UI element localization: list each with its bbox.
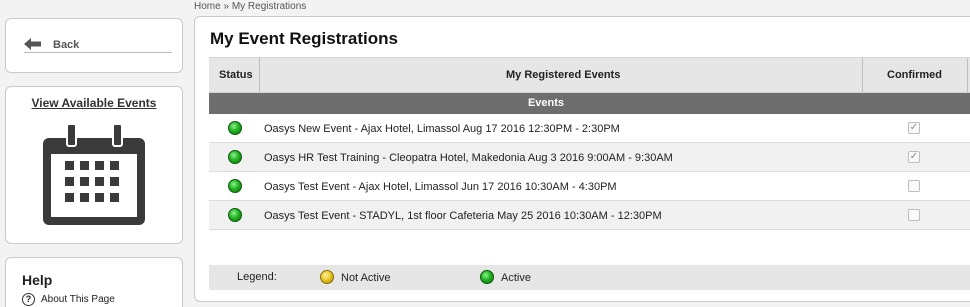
- event-name: Oasys New Event - Ajax Hotel, Limassol A…: [264, 123, 620, 135]
- column-header-status: Status: [219, 69, 253, 81]
- help-panel: Help ? About This Page: [5, 257, 183, 307]
- active-status-icon: [228, 121, 242, 135]
- event-name: Oasys HR Test Training - Cleopatra Hotel…: [264, 152, 673, 164]
- help-title: Help: [22, 272, 53, 288]
- group-header-events: Events: [209, 93, 970, 114]
- table-row: Oasys Test Event - Ajax Hotel, Limassol …: [209, 172, 970, 201]
- calendar-icon[interactable]: [43, 124, 145, 225]
- breadcrumb: Home » My Registrations: [194, 0, 306, 14]
- event-name: Oasys Test Event - STADYL, 1st floor Caf…: [264, 210, 662, 222]
- table-row: Oasys HR Test Training - Cleopatra Hotel…: [209, 143, 970, 172]
- main-panel: My Event Registrations Status My Registe…: [194, 16, 970, 302]
- breadcrumb-home-link[interactable]: Home: [194, 1, 221, 12]
- back-panel: Back: [5, 18, 183, 73]
- legend-bar: Legend: Not Active Active: [209, 265, 970, 290]
- column-header-confirmed: Confirmed: [887, 69, 942, 81]
- column-header-events: My Registered Events: [506, 69, 621, 81]
- about-this-page-label: About This Page: [41, 294, 115, 305]
- column-divider: [862, 58, 863, 92]
- breadcrumb-current: My Registrations: [231, 1, 307, 12]
- registrations-table: Status My Registered Events Confirmed Ev…: [209, 57, 970, 230]
- back-button[interactable]: Back: [24, 37, 172, 53]
- event-name: Oasys Test Event - Ajax Hotel, Limassol …: [264, 181, 617, 193]
- active-status-icon: [228, 150, 242, 164]
- confirmed-checkbox[interactable]: [908, 180, 920, 192]
- breadcrumb-separator: »: [223, 1, 230, 12]
- table-row: Oasys New Event - Ajax Hotel, Limassol A…: [209, 114, 970, 143]
- not-active-status-icon: [320, 270, 334, 284]
- table-header: Status My Registered Events Confirmed: [209, 57, 970, 93]
- legend-active-label: Active: [501, 272, 531, 284]
- table-row: Oasys Test Event - STADYL, 1st floor Caf…: [209, 201, 970, 230]
- question-icon: ?: [22, 293, 35, 306]
- arrow-left-icon: [24, 38, 41, 50]
- view-available-events-link[interactable]: View Available Events: [6, 96, 182, 110]
- available-events-panel: View Available Events: [5, 86, 183, 244]
- legend-not-active-label: Not Active: [341, 272, 391, 284]
- page-title: My Event Registrations: [210, 29, 398, 48]
- active-status-icon: [228, 208, 242, 222]
- column-divider: [967, 58, 968, 92]
- back-label: Back: [53, 39, 80, 51]
- column-divider: [259, 58, 260, 92]
- confirmed-checkbox[interactable]: ✓: [908, 151, 920, 163]
- active-status-icon: [480, 270, 494, 284]
- active-status-icon: [228, 179, 242, 193]
- confirmed-checkbox[interactable]: ✓: [908, 122, 920, 134]
- confirmed-checkbox[interactable]: [908, 209, 920, 221]
- legend-label: Legend:: [237, 271, 277, 283]
